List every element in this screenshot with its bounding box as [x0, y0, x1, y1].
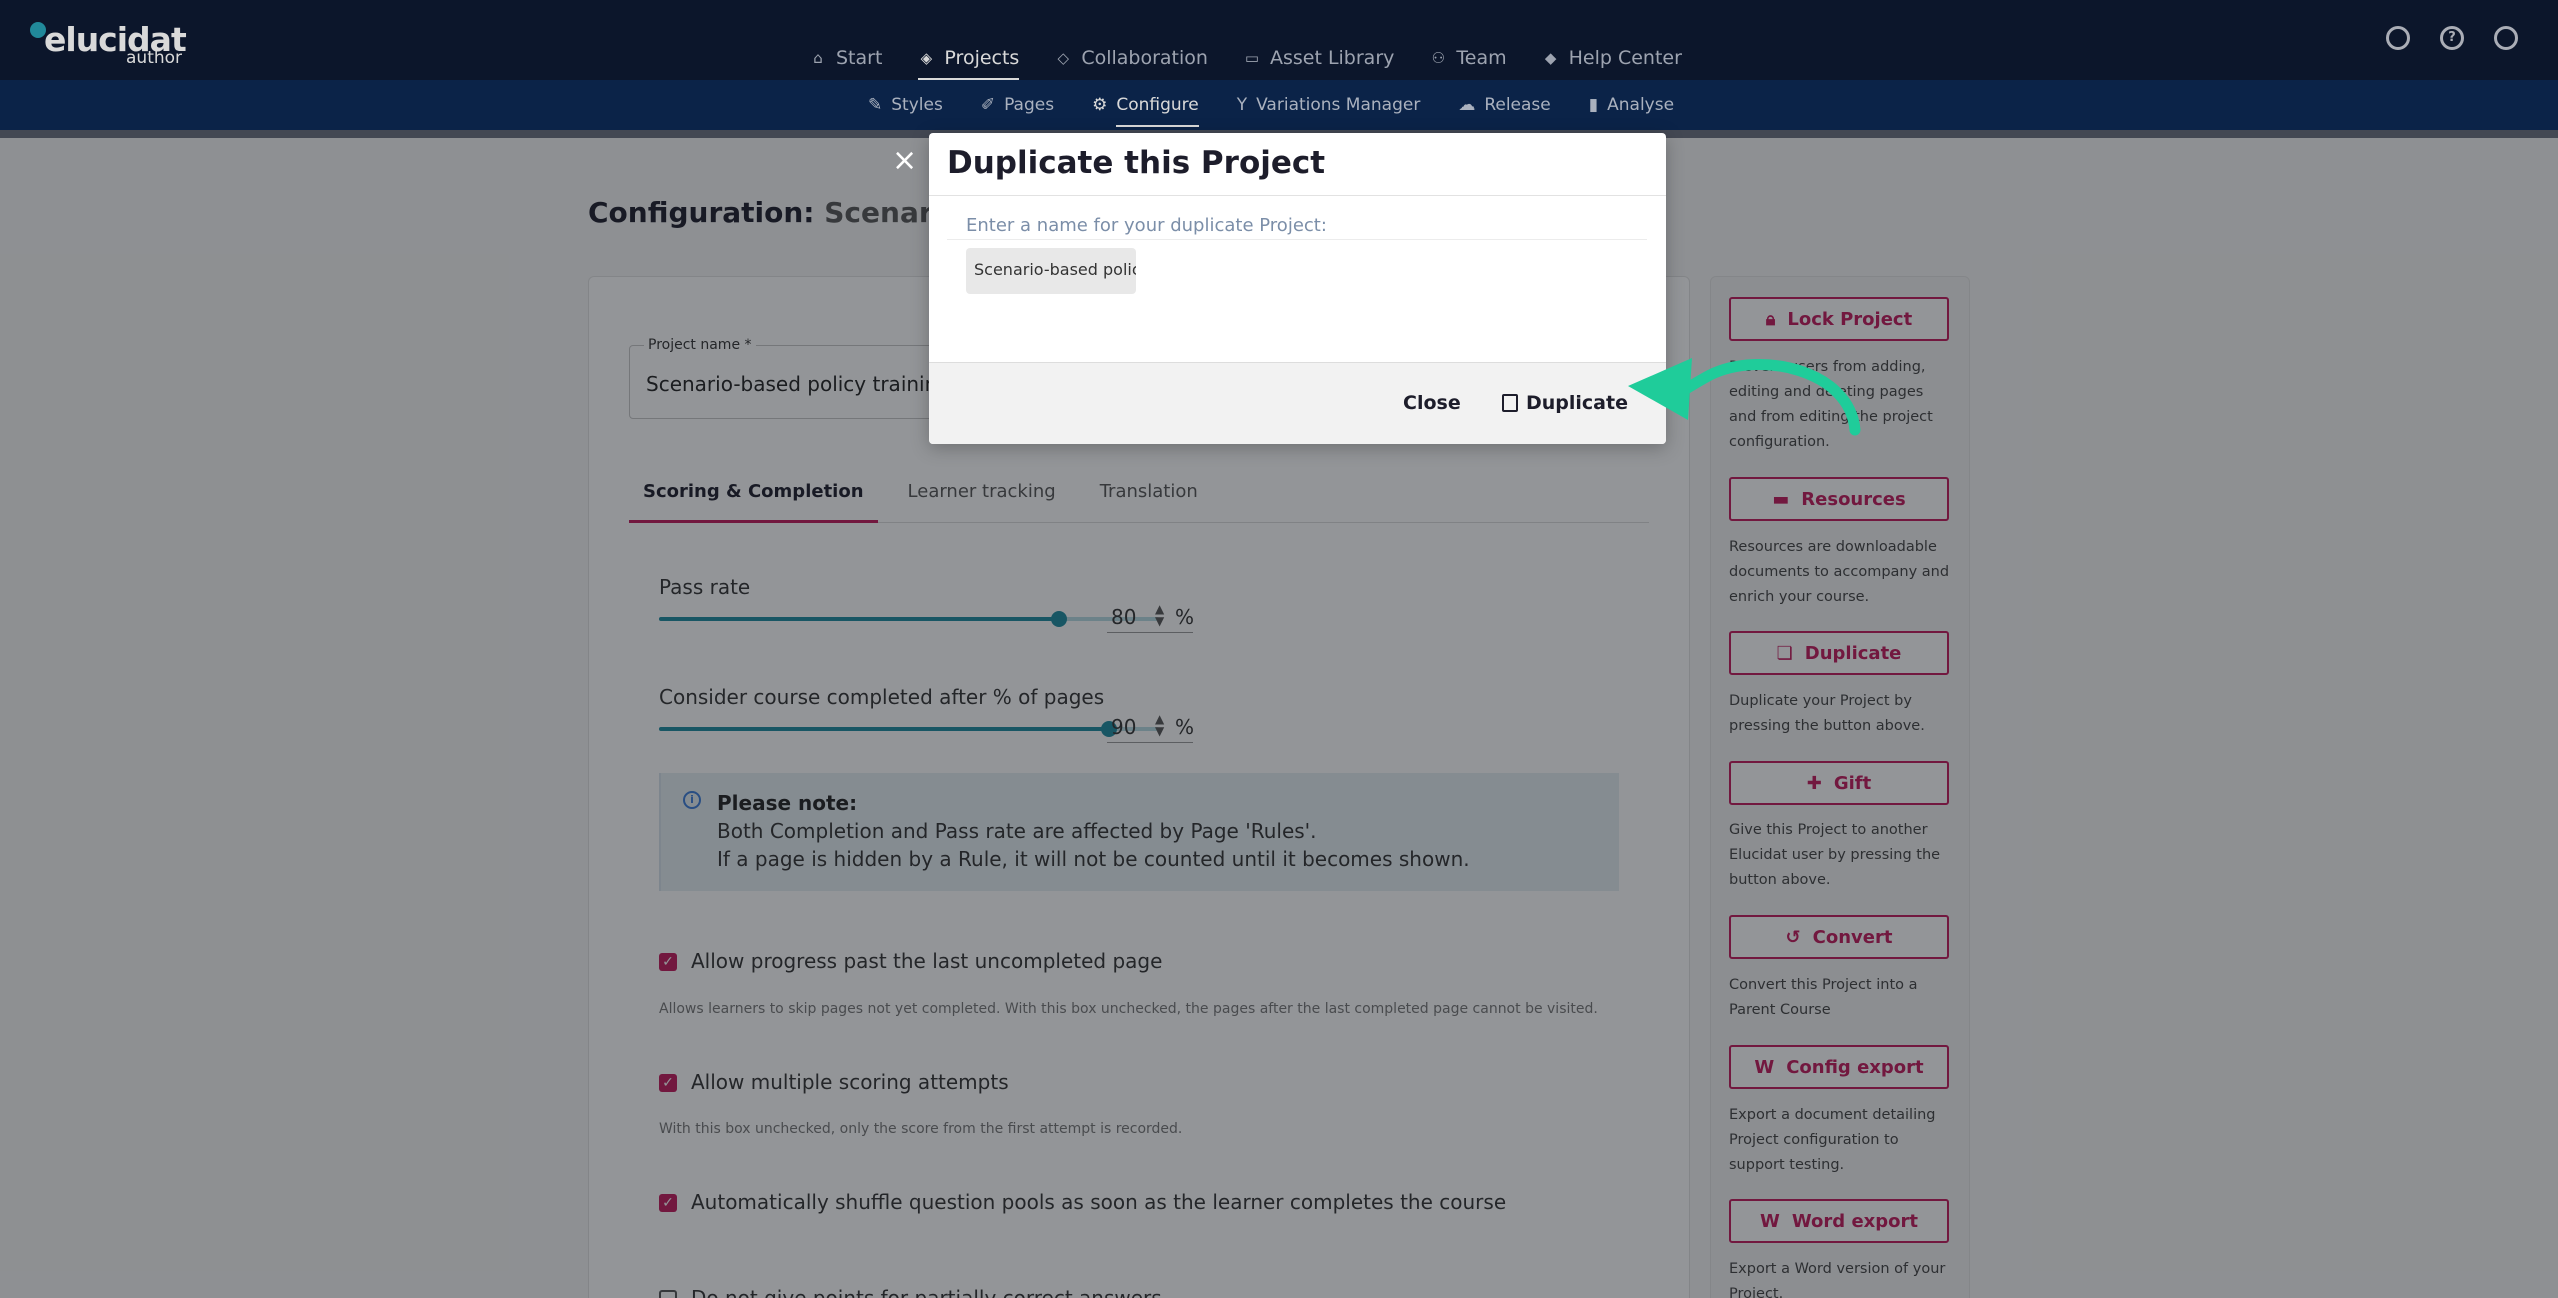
dialog-header-divider	[929, 195, 1666, 196]
close-button[interactable]: Close	[1403, 392, 1461, 414]
annotation-arrow-icon	[1628, 358, 1861, 436]
modal-backdrop-top	[0, 0, 2558, 130]
dialog-title: Duplicate this Project	[947, 145, 1326, 181]
close-icon[interactable]: ×	[892, 146, 917, 176]
copy-icon	[1502, 394, 1518, 412]
duplicate-name-input[interactable]: Scenario-based policy tra	[966, 248, 1136, 294]
duplicate-name-label: Enter a name for your duplicate Project:	[966, 215, 1327, 236]
dialog-footer: Close Duplicate	[929, 362, 1666, 444]
duplicate-project-dialog: Duplicate this Project Enter a name for …	[929, 133, 1666, 444]
dialog-divider	[947, 239, 1647, 240]
